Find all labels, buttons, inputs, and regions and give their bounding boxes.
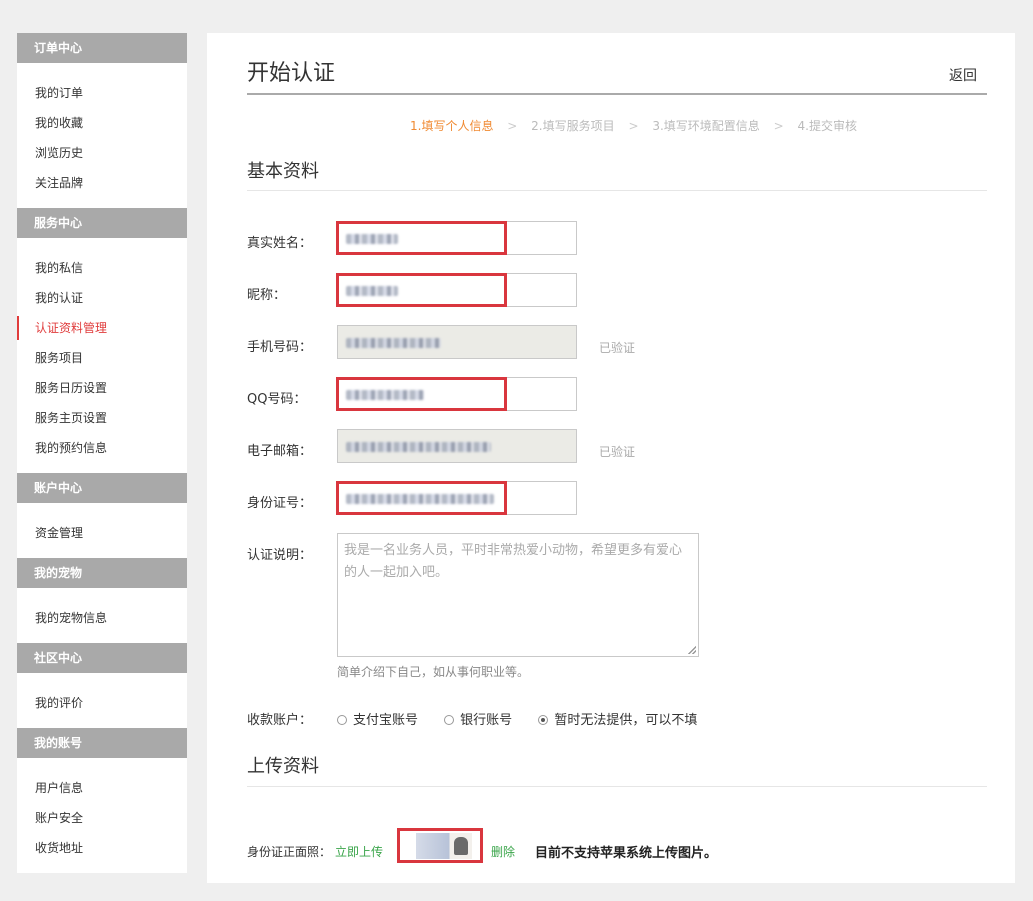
step-2: 2.填写服务项目 (531, 119, 615, 133)
radio-none[interactable]: 暂时无法提供，可以不填 (538, 709, 697, 728)
main-panel: 开始认证 返回 1.填写个人信息 > 2.填写服务项目 > 3.填写环境配置信息… (207, 33, 1015, 883)
description-label: 认证说明： (247, 548, 313, 563)
upload-now-link[interactable]: 立即上传 (335, 843, 383, 860)
sidebar-item-brands[interactable]: 关注品牌 (17, 168, 187, 198)
sidebar-item-my-certification[interactable]: 我的认证 (17, 283, 187, 313)
step-separator: > (773, 119, 784, 133)
sidebar-section-account: 账户中心 资金管理 (17, 473, 187, 558)
id-front-photo-label: 身份证正面照： (247, 845, 332, 859)
step-4: 4.提交审核 (797, 119, 857, 133)
description-placeholder: 我是一名业务人员，平时非常热爱小动物，希望更多有爱心的人一起加入吧。 (344, 543, 683, 580)
sidebar-item-my-orders[interactable]: 我的订单 (17, 78, 187, 108)
page-title: 开始认证 (247, 61, 336, 86)
sidebar-item-certification-management[interactable]: 认证资料管理 (17, 313, 187, 343)
step-separator: > (507, 119, 518, 133)
title-divider (247, 93, 987, 95)
redacted-value (346, 338, 441, 348)
upload-note: 目前不支持苹果系统上传图片。 (535, 846, 718, 861)
description-hint: 简单介绍下自己，如从事何职业等。 (337, 665, 530, 679)
sidebar-section-title: 订单中心 (17, 33, 187, 63)
basic-info-title: 基本资料 (247, 161, 319, 182)
phone-label: 手机号码： (247, 340, 313, 355)
phone-verified-status: 已验证 (599, 341, 636, 355)
sidebar-section-title: 账户中心 (17, 473, 187, 503)
highlight-box (336, 481, 507, 515)
payment-account-radio-group: 支付宝账号 银行账号 暂时无法提供，可以不填 (337, 709, 719, 728)
delete-link[interactable]: 删除 (491, 843, 515, 860)
sidebar-item-service-homepage[interactable]: 服务主页设置 (17, 403, 187, 433)
sidebar-item-appointments[interactable]: 我的预约信息 (17, 433, 187, 463)
description-textarea[interactable]: 我是一名业务人员，平时非常热爱小动物，希望更多有爱心的人一起加入吧。 (337, 533, 699, 657)
radio-selected-icon (538, 715, 549, 725)
sidebar-item-pet-info[interactable]: 我的宠物信息 (17, 603, 187, 633)
step-indicator: 1.填写个人信息 > 2.填写服务项目 > 3.填写环境配置信息 > 4.提交审… (410, 117, 857, 134)
sidebar-section-order: 订单中心 我的订单 我的收藏 浏览历史 关注品牌 (17, 33, 187, 208)
resize-handle-icon[interactable] (688, 646, 696, 654)
step-1: 1.填写个人信息 (410, 119, 494, 133)
payment-account-label: 收款账户： (247, 713, 313, 728)
radio-alipay[interactable]: 支付宝账号 (337, 709, 418, 728)
sidebar-item-funds[interactable]: 资金管理 (17, 518, 187, 548)
sidebar-item-user-info[interactable]: 用户信息 (17, 773, 187, 803)
section-divider (247, 786, 987, 787)
step-separator: > (628, 119, 639, 133)
email-verified-status: 已验证 (599, 445, 636, 459)
section-divider (247, 190, 987, 191)
sidebar-section-community: 社区中心 我的评价 (17, 643, 187, 728)
real-name-label: 真实姓名： (247, 236, 313, 251)
sidebar-item-service-calendar[interactable]: 服务日历设置 (17, 373, 187, 403)
redacted-value (346, 442, 491, 452)
sidebar-section-title: 服务中心 (17, 208, 187, 238)
sidebar-item-address[interactable]: 收货地址 (17, 833, 187, 863)
back-button[interactable]: 返回 (949, 65, 977, 85)
sidebar-section-title: 我的宠物 (17, 558, 187, 588)
sidebar-item-favorites[interactable]: 我的收藏 (17, 108, 187, 138)
portrait-icon (454, 837, 468, 855)
sidebar-section-service: 服务中心 我的私信 我的认证 认证资料管理 服务项目 服务日历设置 服务主页设置… (17, 208, 187, 473)
sidebar-item-service-projects[interactable]: 服务项目 (17, 343, 187, 373)
sidebar: 订单中心 我的订单 我的收藏 浏览历史 关注品牌 服务中心 我的私信 我的认证 … (17, 33, 187, 873)
step-3: 3.填写环境配置信息 (652, 119, 760, 133)
sidebar-section-pets: 我的宠物 我的宠物信息 (17, 558, 187, 643)
highlight-box (336, 221, 507, 255)
qq-label: QQ号码： (247, 392, 307, 407)
id-photo-thumbnail[interactable] (397, 828, 483, 863)
radio-circle-icon (337, 715, 347, 725)
sidebar-section-my-account: 我的账号 用户信息 账户安全 收货地址 (17, 728, 187, 873)
email-input (337, 429, 577, 463)
id-card-image (416, 833, 472, 859)
nickname-label: 昵称： (247, 288, 287, 303)
id-number-label: 身份证号： (247, 496, 313, 511)
sidebar-section-title: 社区中心 (17, 643, 187, 673)
highlight-box (336, 377, 507, 411)
radio-bank[interactable]: 银行账号 (444, 709, 512, 728)
phone-input (337, 325, 577, 359)
email-label: 电子邮箱： (247, 444, 313, 459)
sidebar-item-reviews[interactable]: 我的评价 (17, 688, 187, 718)
highlight-box (336, 273, 507, 307)
sidebar-section-title: 我的账号 (17, 728, 187, 758)
sidebar-item-account-security[interactable]: 账户安全 (17, 803, 187, 833)
radio-circle-icon (444, 715, 455, 725)
upload-title: 上传资料 (247, 756, 319, 777)
sidebar-item-messages[interactable]: 我的私信 (17, 253, 187, 283)
sidebar-item-history[interactable]: 浏览历史 (17, 138, 187, 168)
